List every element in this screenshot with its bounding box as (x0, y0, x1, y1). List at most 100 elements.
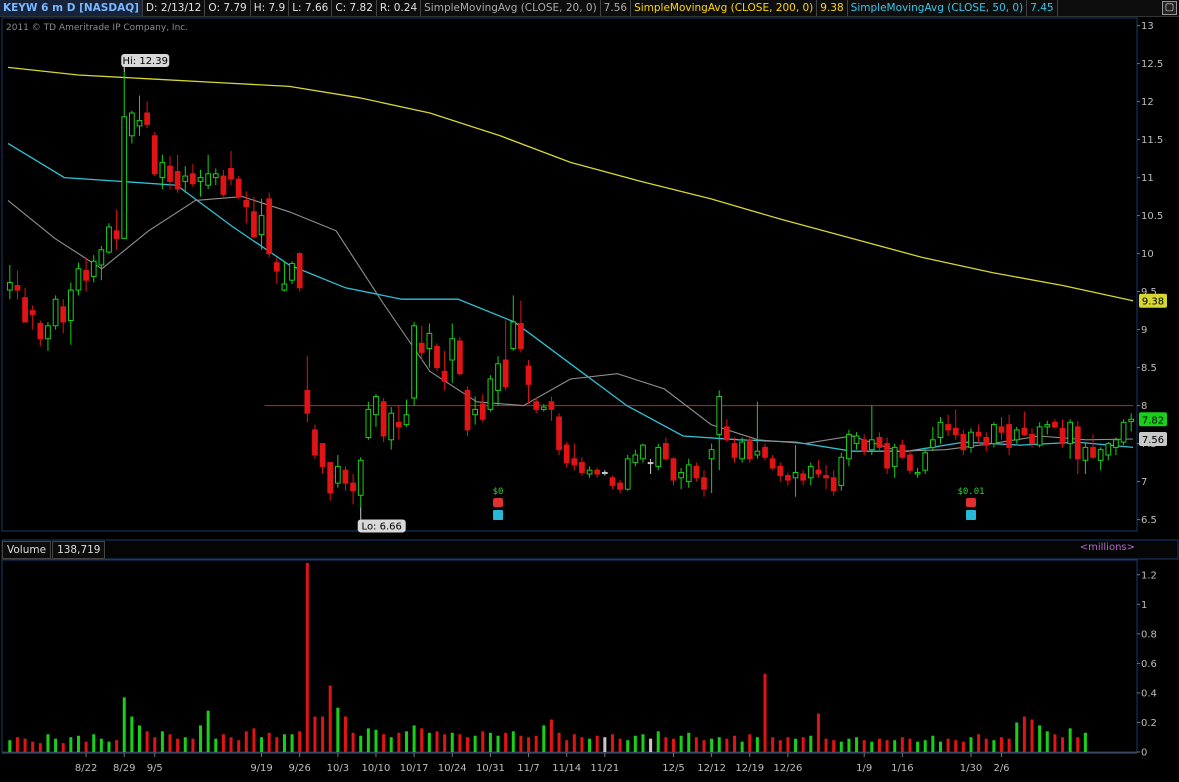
candle-body (777, 465, 784, 477)
candle-body (975, 431, 982, 437)
volume-bar (54, 738, 58, 752)
x-tick-label: 10/31 (476, 763, 505, 774)
volume-bar (1045, 731, 1049, 752)
volume-bar (8, 740, 12, 752)
volume-bar (466, 737, 470, 752)
volume-bar (168, 734, 172, 752)
candle-body (60, 306, 67, 323)
volume-bar (557, 732, 561, 752)
volume-bar (527, 737, 531, 752)
candle-body (929, 439, 936, 448)
volume-bar (1007, 738, 1011, 752)
volume-bar (389, 737, 393, 752)
volume-bar (542, 725, 546, 752)
dividend-icon (493, 510, 504, 520)
volume-bar (1053, 734, 1057, 752)
price-y-tick-label: 10 (1141, 249, 1154, 260)
volume-bar (847, 738, 851, 752)
volume-bar (99, 738, 103, 752)
x-tick-label: 9/5 (147, 763, 163, 774)
candle-body (594, 469, 601, 475)
volume-label: Volume (2, 541, 52, 559)
candle-body (75, 268, 82, 291)
price-badge-label: 7.82 (1142, 415, 1164, 426)
candle-body (441, 370, 448, 382)
candle-body (251, 211, 257, 238)
volume-bar (801, 737, 805, 752)
volume-bar (916, 741, 920, 752)
volume-bar (969, 737, 973, 752)
volume-bar (633, 735, 637, 752)
volume-bar (31, 741, 35, 752)
volume-bar (992, 740, 996, 752)
x-tick-label: 10/10 (362, 763, 391, 774)
candle-body (746, 439, 753, 460)
candle-body (1120, 421, 1127, 443)
volume-bar (145, 731, 149, 752)
candle-body (792, 471, 799, 479)
candle-body (762, 446, 768, 458)
x-tick-label: 11/14 (552, 763, 581, 774)
candle-body (563, 444, 570, 464)
volume-bar (954, 740, 958, 752)
price-y-tick-label: 6.5 (1141, 515, 1157, 526)
candle-body (914, 471, 921, 475)
volume-bar (832, 740, 836, 752)
price-y-tick-label: 8 (1141, 401, 1147, 412)
chart-canvas[interactable]: 6.577.588.599.51010.51111.51212.51300.20… (0, 0, 1179, 782)
candle-body (998, 426, 1005, 433)
candle-body (167, 165, 173, 182)
volume-bar (374, 729, 378, 752)
candle-body (540, 406, 547, 410)
candle-body (373, 395, 379, 416)
candle-body (968, 431, 974, 448)
candle-body (395, 421, 402, 428)
candle-body (67, 289, 74, 321)
volume-bar (702, 740, 706, 752)
volume-bar (961, 741, 965, 752)
candle-body (647, 462, 654, 465)
volume-bar (649, 738, 653, 752)
candle-body (601, 471, 608, 474)
volume-bar (855, 737, 859, 752)
candle-body (273, 262, 280, 272)
volume-bar (786, 737, 790, 752)
price-y-tick-label: 7 (1141, 477, 1147, 488)
volume-bar (382, 734, 386, 752)
volume-bar (870, 741, 874, 752)
candle-body (258, 215, 265, 236)
volume-bar (1030, 719, 1034, 752)
candle-body (670, 458, 677, 481)
candle-body (655, 446, 662, 467)
volume-bar (733, 735, 737, 752)
volume-bar (84, 741, 88, 752)
volume-bar (130, 716, 134, 752)
candle-body (45, 325, 51, 340)
candle-body (1044, 424, 1051, 428)
candle-body (380, 401, 387, 437)
candle-body (800, 473, 807, 481)
candle-body (83, 269, 89, 281)
candle-body (510, 321, 517, 350)
volume-bar (290, 734, 294, 752)
volume-bar (153, 737, 157, 752)
price-y-tick-label: 9 (1141, 325, 1147, 336)
candle-body (785, 475, 791, 481)
candle-body (685, 464, 692, 483)
candle-body (1013, 429, 1020, 441)
x-tick-label: 8/22 (75, 763, 97, 774)
price-y-tick-label: 11.5 (1141, 135, 1163, 146)
volume-bar (511, 731, 515, 752)
volume-bar (328, 685, 332, 752)
volume-bar (687, 732, 691, 752)
candle-body (342, 469, 349, 484)
volume-bar (923, 740, 927, 752)
volume-bar (1061, 737, 1065, 752)
candle-body (1097, 449, 1104, 461)
volume-bar (1038, 725, 1042, 752)
candle-body (495, 363, 501, 391)
candle-body (205, 173, 212, 186)
candle-body (830, 477, 837, 492)
volume-bar (755, 737, 759, 752)
candle-body (937, 421, 944, 439)
